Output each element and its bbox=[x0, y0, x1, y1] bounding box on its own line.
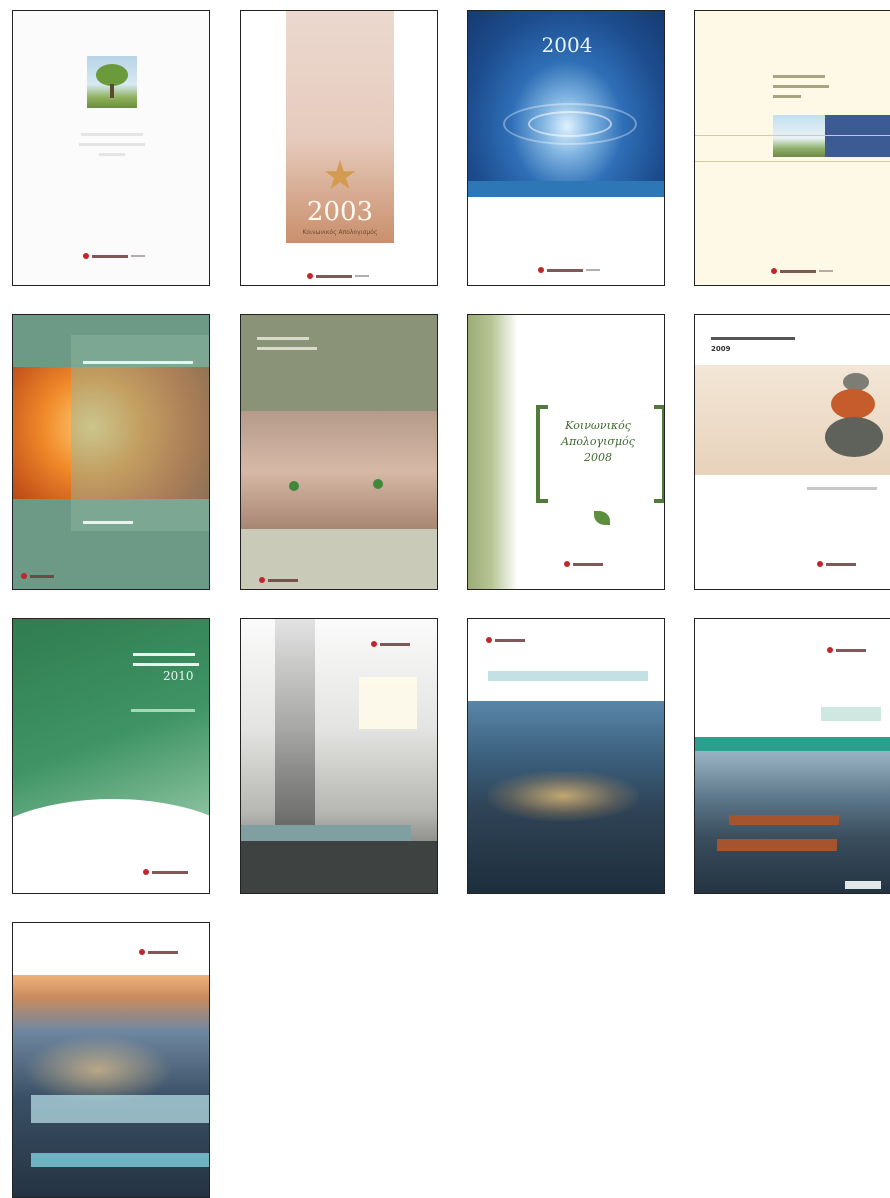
company-logo bbox=[827, 647, 866, 653]
water-band bbox=[468, 181, 664, 197]
seedling-icon bbox=[373, 479, 383, 489]
sand-panel: ★ 2003 Κοινωνικός Απολογισμός bbox=[286, 11, 394, 243]
starfish-icon: ★ bbox=[322, 153, 358, 199]
cover-caption: Κοινωνικός Απολογισμός bbox=[302, 229, 378, 236]
cover-year: 2010 bbox=[163, 669, 194, 683]
leaf-icon bbox=[594, 511, 610, 525]
report-cover-3[interactable]: 2004 bbox=[467, 10, 665, 286]
title-band bbox=[488, 671, 648, 681]
report-cover-2[interactable]: ★ 2003 Κοινωνικός Απολογισμός bbox=[240, 10, 438, 286]
company-logo bbox=[307, 273, 369, 279]
refinery-image bbox=[241, 619, 437, 893]
ship bbox=[717, 839, 837, 851]
stones-image bbox=[695, 365, 890, 475]
cover-title: Κοινωνικός bbox=[565, 419, 631, 432]
report-cover-1[interactable] bbox=[12, 10, 210, 286]
company-logo bbox=[771, 268, 833, 274]
cover-title: Απολογισμός bbox=[561, 435, 635, 448]
company-logo bbox=[139, 949, 178, 955]
teal-overlay bbox=[71, 335, 209, 531]
report-cover-9[interactable]: 2010 bbox=[12, 618, 210, 894]
company-logo bbox=[371, 641, 410, 647]
badge bbox=[845, 881, 881, 889]
harbor-image bbox=[695, 751, 890, 893]
night-plant-image bbox=[468, 701, 664, 893]
caption-band bbox=[31, 1153, 209, 1167]
wave bbox=[13, 799, 209, 893]
title-box bbox=[31, 1095, 209, 1123]
report-cover-8[interactable]: 2009 bbox=[694, 314, 890, 590]
stone bbox=[825, 417, 883, 457]
company-logo bbox=[817, 561, 856, 567]
report-cover-10[interactable] bbox=[240, 618, 438, 894]
cover-year: 2004 bbox=[541, 33, 593, 57]
blue-band bbox=[825, 115, 890, 157]
cover-year: 2008 bbox=[584, 451, 612, 464]
water-drop-image: 2004 bbox=[468, 11, 664, 197]
tree-image bbox=[87, 56, 137, 108]
company-logo bbox=[143, 869, 188, 875]
palm-image bbox=[773, 115, 825, 157]
divider bbox=[695, 135, 890, 136]
caption-band bbox=[241, 825, 411, 841]
company-logo bbox=[83, 253, 145, 259]
divider bbox=[695, 161, 890, 162]
ship bbox=[729, 815, 839, 825]
company-logo bbox=[564, 561, 603, 567]
report-cover-4[interactable] bbox=[694, 10, 890, 286]
company-logo bbox=[259, 577, 298, 583]
stone bbox=[831, 389, 875, 419]
report-cover-7[interactable]: Κοινωνικός Απολογισμός 2008 bbox=[467, 314, 665, 590]
bracket-right bbox=[654, 405, 664, 503]
report-cover-6[interactable] bbox=[240, 314, 438, 590]
cover-year: 2003 bbox=[306, 197, 374, 227]
report-cover-13[interactable] bbox=[12, 922, 210, 1198]
company-logo bbox=[21, 573, 54, 579]
title-box bbox=[359, 677, 417, 729]
seedling-icon bbox=[289, 481, 299, 491]
report-cover-5[interactable] bbox=[12, 314, 210, 590]
cover-year: 2009 bbox=[711, 345, 731, 353]
report-cover-12[interactable] bbox=[694, 618, 890, 894]
teal-band bbox=[695, 737, 890, 751]
bracket-left bbox=[536, 405, 548, 503]
title-band bbox=[821, 707, 881, 721]
report-cover-11[interactable] bbox=[467, 618, 665, 894]
company-logo bbox=[486, 637, 525, 643]
foliage-blur bbox=[468, 315, 518, 589]
company-logo bbox=[538, 267, 600, 273]
